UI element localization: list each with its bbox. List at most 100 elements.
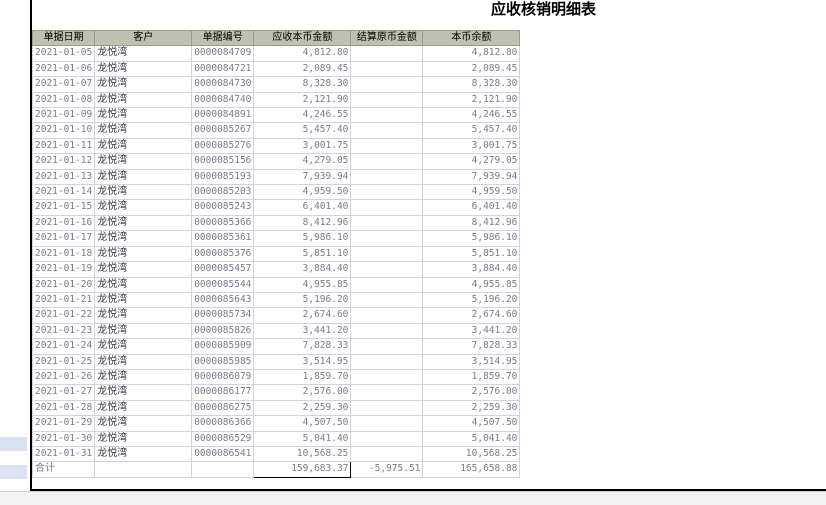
cell-doc-no: 0000085156 (191, 153, 255, 170)
table-row[interactable]: 2021-01-11 龙悦湾 0000085276 3,001.75 3,001.75 (31, 137, 521, 155)
cell-balance: 4,812.80 (422, 45, 521, 62)
cell-balance: 4,955.85 (422, 276, 521, 293)
table-row[interactable]: 2021-01-20 龙悦湾 0000085544 4,955.85 4,955.85 (31, 276, 521, 293)
col-header-receivable[interactable]: 应收本币金额 (253, 29, 352, 47)
cell-customer: 龙悦湾 (94, 184, 193, 201)
cell-balance: 4,246.55 (422, 107, 521, 124)
cell-receivable: 5,986.10 (253, 230, 352, 247)
cell-balance: 3,001.75 (422, 137, 521, 155)
table-row[interactable]: 2021-01-06 龙悦湾 0000084721 2,089.45 2,089.45 (31, 60, 521, 78)
cell-balance: 8,328.30 (422, 76, 521, 93)
cell-receivable: 2,674.60 (253, 307, 352, 324)
cell-balance: 3,884.40 (422, 261, 521, 278)
cell-balance: 3,514.95 (422, 353, 521, 370)
cell-settled (350, 91, 424, 109)
cell-date: 2021-01-24 (31, 338, 96, 355)
cell-date: 2021-01-21 (31, 291, 96, 309)
cell-date: 2021-01-12 (31, 153, 96, 170)
cell-customer: 龙悦湾 (94, 445, 193, 463)
left-panel-strip (0, 0, 30, 504)
table-row[interactable]: 2021-01-08 龙悦湾 0000084740 2,121.90 2,121.90 (31, 91, 521, 109)
table-row[interactable]: 2021-01-16 龙悦湾 0000085366 8,412.96 8,412.96 (31, 214, 521, 232)
cell-customer: 龙悦湾 (94, 168, 193, 186)
cell-date: 2021-01-26 (31, 368, 96, 386)
table-row[interactable]: 2021-01-21 龙悦湾 0000085643 5,196.20 5,196.20 (31, 291, 521, 309)
table-row[interactable]: 2021-01-07 龙悦湾 0000084730 8,328.30 8,328.30 (31, 76, 521, 93)
cell-customer: 龙悦湾 (94, 122, 193, 139)
cell-customer: 龙悦湾 (94, 91, 193, 109)
cell-receivable: 3,884.40 (253, 261, 352, 278)
table-row[interactable]: 2021-01-29 龙悦湾 0000086366 4,507.50 4,507.50 (31, 415, 521, 432)
table-body: 2021-01-05 龙悦湾 0000084709 4,812.80 4,812.80 2… (31, 45, 521, 463)
table-row[interactable]: 2021-01-27 龙悦湾 0000086177 2,576.00 2,576.00 (31, 384, 521, 401)
table-row[interactable]: 2021-01-23 龙悦湾 0000085826 3,441.20 3,441.20 (31, 322, 521, 340)
col-header-customer[interactable]: 客户 (94, 29, 193, 47)
cell-doc-no: 0000085267 (191, 122, 255, 139)
cell-receivable: 7,828.33 (253, 338, 352, 355)
cell-date: 2021-01-25 (31, 353, 96, 370)
table-row[interactable]: 2021-01-14 龙悦湾 0000085203 4,959.50 4,959.50 (31, 184, 521, 201)
cell-doc-no: 0000086541 (191, 445, 255, 463)
left-panel-mark (0, 465, 27, 479)
cell-settled (350, 168, 424, 186)
col-header-date[interactable]: 单据日期 (31, 29, 96, 47)
table-row[interactable]: 2021-01-28 龙悦湾 0000086275 2,259.30 2,259.30 (31, 399, 521, 417)
table-row[interactable]: 2021-01-30 龙悦湾 0000086529 5,041.40 5,041.40 (31, 430, 521, 447)
cell-doc-no: 0000084709 (191, 45, 255, 62)
cell-doc-no: 0000085734 (191, 307, 255, 324)
cell-date: 2021-01-07 (31, 76, 96, 93)
cell-doc-no: 0000084740 (191, 91, 255, 109)
cell-doc-no: 0000085361 (191, 230, 255, 247)
cell-customer: 龙悦湾 (94, 137, 193, 155)
cell-doc-no: 0000085276 (191, 137, 255, 155)
table-row[interactable]: 2021-01-19 龙悦湾 0000085457 3,884.40 3,884.40 (31, 261, 521, 278)
table-row[interactable]: 2021-01-10 龙悦湾 0000085267 5,457.40 5,457.40 (31, 122, 521, 139)
table-row[interactable]: 2021-01-25 龙悦湾 0000085985 3,514.95 3,514.95 (31, 353, 521, 370)
cell-date: 2021-01-13 (31, 168, 96, 186)
cell-date: 2021-01-06 (31, 60, 96, 78)
cell-date: 2021-01-22 (31, 307, 96, 324)
cell-receivable: 4,246.55 (253, 107, 352, 124)
cell-customer: 龙悦湾 (94, 60, 193, 78)
col-header-balance[interactable]: 本币余额 (422, 29, 521, 47)
total-row[interactable]: 合计 159,683.37 -5,975.51 165,658.88 (31, 461, 521, 478)
table-row[interactable]: 2021-01-13 龙悦湾 0000085193 7,939.94 7,939.94 (31, 168, 521, 186)
cell-settled (350, 399, 424, 417)
cell-receivable: 10,568.25 (253, 445, 352, 463)
col-header-doc-no[interactable]: 单据编号 (191, 29, 255, 47)
table-row[interactable]: 2021-01-22 龙悦湾 0000085734 2,674.60 2,674.60 (31, 307, 521, 324)
cell-doc-no: 0000085643 (191, 291, 255, 309)
cell-doc-no: 0000084730 (191, 76, 255, 93)
table-row[interactable]: 2021-01-09 龙悦湾 0000084891 4,246.55 4,246.55 (31, 107, 521, 124)
table-row[interactable]: 2021-01-12 龙悦湾 0000085156 4,279.05 4,279.05 (31, 153, 521, 170)
cell-settled (350, 184, 424, 201)
cell-receivable: 3,514.95 (253, 353, 352, 370)
cell-doc-no: 0000085243 (191, 199, 255, 216)
cell-settled (350, 353, 424, 370)
cell-receivable: 8,328.30 (253, 76, 352, 93)
col-header-settled[interactable]: 结算原币金额 (350, 29, 424, 47)
table-row[interactable]: 2021-01-24 龙悦湾 0000085909 7,828.33 7,828.33 (31, 338, 521, 355)
cell-settled (350, 230, 424, 247)
cell-settled (350, 445, 424, 463)
total-receivable[interactable]: 159,683.37 (253, 461, 352, 478)
cell-customer: 龙悦湾 (94, 261, 193, 278)
cell-customer: 龙悦湾 (94, 415, 193, 432)
cell-doc-no: 0000085544 (191, 276, 255, 293)
table-row[interactable]: 2021-01-26 龙悦湾 0000086079 1,859.70 1,859.70 (31, 368, 521, 386)
table-row[interactable]: 2021-01-31 龙悦湾 0000086541 10,568.25 10,568.2… (31, 445, 521, 463)
cell-customer: 龙悦湾 (94, 245, 193, 263)
cell-doc-no: 0000085193 (191, 168, 255, 186)
cell-date: 2021-01-28 (31, 399, 96, 417)
table-row[interactable]: 2021-01-17 龙悦湾 0000085361 5,986.10 5,986.10 (31, 230, 521, 247)
table-row[interactable]: 2021-01-15 龙悦湾 0000085243 6,401.40 6,401.40 (31, 199, 521, 216)
cell-customer: 龙悦湾 (94, 230, 193, 247)
cell-customer: 龙悦湾 (94, 153, 193, 170)
cell-receivable: 5,851.10 (253, 245, 352, 263)
cell-receivable: 6,401.40 (253, 199, 352, 216)
table-row[interactable]: 2021-01-18 龙悦湾 0000085376 5,851.10 5,851.10 (31, 245, 521, 263)
cell-settled (350, 276, 424, 293)
table-row[interactable]: 2021-01-05 龙悦湾 0000084709 4,812.80 4,812.80 (31, 45, 521, 62)
cell-receivable: 5,041.40 (253, 430, 352, 447)
cell-customer: 龙悦湾 (94, 307, 193, 324)
